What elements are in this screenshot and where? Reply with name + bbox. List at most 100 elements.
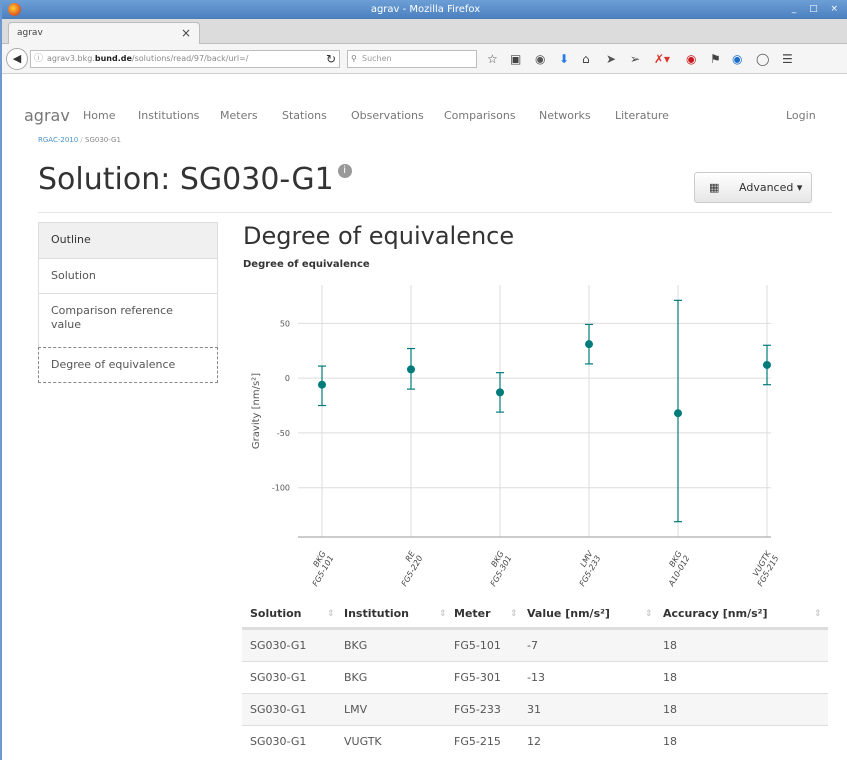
tab-close-icon[interactable]: × [181, 23, 191, 44]
firefox-logo-icon [8, 3, 21, 16]
site-navbar: agrav Home Institutions Meters Stations … [24, 96, 832, 136]
home-icon[interactable]: ⌂ [582, 52, 590, 66]
table-cell: SG030-G1 [250, 735, 307, 748]
url-path: /solutions/read/97/back/url=/ [131, 54, 249, 63]
chart-title: Degree of equivalence [243, 259, 370, 270]
table-cell: 18 [663, 639, 677, 652]
nav-observations[interactable]: Observations [351, 96, 424, 136]
breadcrumb-current: SG030-G1 [85, 136, 121, 144]
site-brand[interactable]: agrav [24, 96, 70, 136]
table-cell: 31 [527, 703, 541, 716]
window-title: agrav - Mozilla Firefox [370, 4, 481, 15]
sidebar-item-label: Comparison reference value [51, 304, 173, 331]
breadcrumb-parent[interactable]: RGAC-2010 [38, 136, 78, 144]
sidebar-item-label: Degree of equivalence [51, 358, 176, 371]
sort-icon[interactable]: ⇕ [439, 598, 447, 630]
bookmark-star-icon[interactable]: ☆ [487, 52, 498, 66]
x-tick-label: BKGA10-012 [659, 550, 692, 589]
column-header[interactable]: Value [nm/s²] [527, 598, 610, 630]
reading-list-icon[interactable]: ▣ [510, 52, 521, 66]
window-controls[interactable]: _ □ × [792, 0, 843, 19]
ublock-icon[interactable]: ◉ [686, 52, 696, 66]
table-cell: SG030-G1 [250, 703, 307, 716]
sidebar-item-label: Solution [51, 269, 96, 282]
reload-icon[interactable]: ↻ [326, 52, 336, 66]
table-header-row: Solution ⇕ Institution ⇕ Meter ⇕ Value [nm/s²]… [242, 598, 828, 629]
url-bar[interactable]: ⓘ agrav3.bkg.bund.de/solutions/read/97/b… [30, 50, 340, 68]
nav-login[interactable]: Login [786, 96, 816, 136]
nav-home[interactable]: Home [83, 96, 115, 136]
search-input[interactable]: ⚲ Suchen [347, 50, 477, 68]
data-point [674, 409, 682, 418]
x-tick-label: BKGFG5-101 [303, 550, 336, 588]
data-point [496, 388, 504, 397]
table-cell: BKG [344, 671, 368, 684]
sort-icon[interactable]: ⇕ [645, 598, 653, 630]
table-cell: -13 [527, 671, 545, 684]
advanced-button[interactable]: ▦ Advanced ▾ [694, 172, 812, 203]
url-domain: bund.de [94, 54, 132, 63]
y-tick-label: -50 [277, 429, 290, 438]
calculator-icon: ▦ [709, 181, 720, 194]
vpn-icon[interactable]: ◉ [732, 52, 742, 66]
x-tick-label: VUGTKFG5-215 [748, 549, 781, 588]
table-cell: -7 [527, 639, 538, 652]
y-axis-label: Gravity [nm/s²] [251, 373, 262, 449]
degree-of-equivalence-chart: 50 0 -50 -100 Gravity [nm/s²] BKGFG5-101 REFG5… [251, 285, 781, 589]
table-cell: 18 [663, 735, 677, 748]
sort-icon[interactable]: ⇕ [510, 598, 518, 630]
table-row: SG030-G1 LMV FG5-233 31 18 [242, 693, 828, 725]
column-header[interactable]: Accuracy [nm/s²] [663, 598, 767, 630]
flag-icon[interactable]: ⚑ [710, 52, 721, 66]
table-cell: FG5-215 [454, 735, 501, 748]
sidebar-item-solution[interactable]: Solution [38, 258, 218, 294]
browser-toolbar: ◀ ⓘ agrav3.bkg.bund.de/solutions/read/97… [2, 44, 847, 74]
title-bar: agrav - Mozilla Firefox _ □ × [2, 0, 847, 19]
sidebar-item-comparison-reference-value[interactable]: Comparison reference value [38, 293, 218, 348]
back-button[interactable]: ◀ [6, 48, 28, 70]
y-tick-label: -100 [272, 484, 290, 493]
tab-title: agrav [17, 28, 43, 38]
table-cell: 18 [663, 703, 677, 716]
table-row: SG030-G1 VUGTK FG5-215 12 18 [242, 725, 828, 757]
sort-icon[interactable]: ⇕ [327, 598, 335, 630]
table-cell: BKG [344, 639, 368, 652]
addon-icon[interactable]: ✗▾ [654, 52, 670, 66]
search-placeholder: Suchen [362, 54, 392, 63]
site-info-icon[interactable]: ⓘ [34, 51, 43, 67]
nav-literature[interactable]: Literature [615, 96, 669, 136]
nav-meters[interactable]: Meters [220, 96, 258, 136]
navigate-icon[interactable]: ➢ [630, 52, 640, 66]
y-tick-label: 50 [280, 319, 290, 328]
column-header[interactable]: Solution [250, 598, 302, 630]
page-title: Solution: SG030-G1 i [38, 160, 352, 200]
info-icon[interactable]: i [337, 164, 352, 178]
send-icon[interactable]: ➤ [606, 52, 616, 66]
account-icon[interactable]: ◯ [756, 52, 769, 66]
sidebar: Outline Solution Comparison reference va… [38, 222, 218, 383]
x-tick-label: BKGFG5-301 [481, 550, 514, 588]
url-prefix: agrav3.bkg. [47, 54, 95, 63]
table-cell: FG5-233 [454, 703, 501, 716]
table-cell: FG5-101 [454, 639, 501, 652]
menu-icon[interactable]: ☰ [782, 52, 793, 66]
column-header[interactable]: Meter [454, 598, 491, 630]
table-cell: VUGTK [344, 735, 382, 748]
browser-window: agrav - Mozilla Firefox _ □ × agrav × + … [0, 0, 847, 760]
download-icon[interactable]: ⬇ [559, 52, 569, 66]
pocket-icon[interactable]: ◉ [535, 52, 545, 66]
nav-stations[interactable]: Stations [282, 96, 327, 136]
data-point [585, 340, 593, 349]
nav-institutions[interactable]: Institutions [138, 96, 199, 136]
sidebar-item-degree-of-equivalence[interactable]: Degree of equivalence [38, 347, 218, 383]
nav-networks[interactable]: Networks [539, 96, 591, 136]
table-cell: SG030-G1 [250, 639, 307, 652]
nav-comparisons[interactable]: Comparisons [444, 96, 516, 136]
sidebar-item-outline[interactable]: Outline [38, 222, 218, 259]
column-header[interactable]: Institution [344, 598, 409, 630]
table-row: SG030-G1 BKG FG5-301 -13 18 [242, 661, 828, 693]
solutions-table: Solution ⇕ Institution ⇕ Meter ⇕ Value [nm/s²]… [242, 598, 828, 757]
search-icon: ⚲ [351, 54, 357, 63]
sort-icon[interactable]: ⇕ [814, 598, 822, 630]
browser-tab[interactable]: agrav × [8, 22, 200, 44]
